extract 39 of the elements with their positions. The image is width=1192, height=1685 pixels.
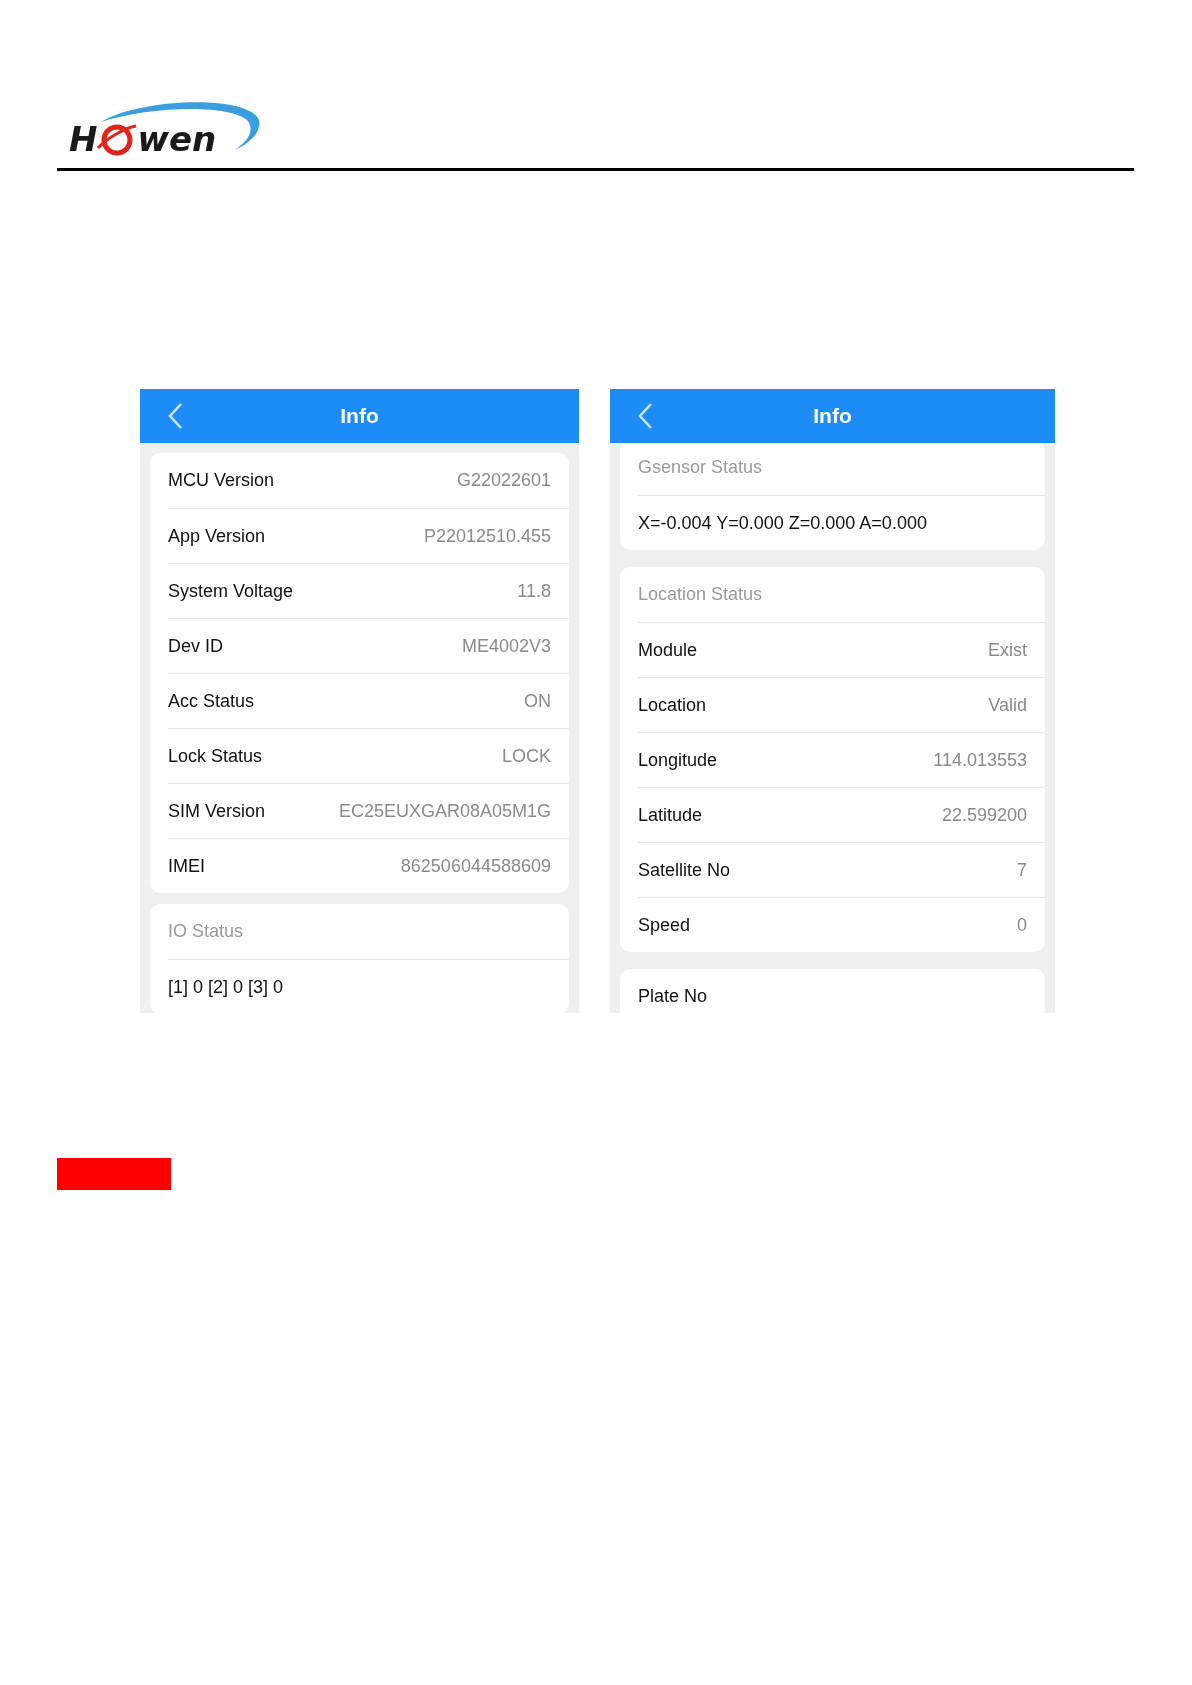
field-value: Valid	[988, 693, 1027, 717]
status-text: X=-0.004 Y=0.000 Z=0.000 A=0.000	[638, 511, 927, 535]
field-label: SIM Version	[168, 799, 266, 823]
field-label: App Version	[168, 524, 266, 548]
logo-ring-icon	[97, 122, 138, 156]
section-heading: Gsensor Status	[638, 456, 763, 479]
field-value: 7	[1017, 858, 1027, 882]
logo-text: wen	[137, 122, 217, 156]
status-text: [1] 0 [2] 0 [3] 0	[168, 975, 284, 999]
field-value: 11.8	[517, 579, 551, 603]
field-value: G22022601	[456, 469, 551, 492]
field-value: 862506044588609	[400, 854, 551, 878]
field-value: 22.599200	[941, 803, 1027, 827]
field-value: P22012510.455	[423, 524, 551, 548]
field-value: EC25EUXGAR08A05M1G	[338, 799, 551, 823]
field-label: MCU Version	[168, 469, 275, 492]
screen-title: Info	[339, 403, 380, 430]
field-label: IMEI	[168, 854, 205, 878]
logo-text: H	[69, 122, 98, 156]
field-label: Latitude	[638, 803, 703, 827]
section-heading: Location Status	[638, 583, 763, 606]
field-label: System Voltage	[168, 579, 294, 603]
field-value: LOCK	[501, 744, 551, 768]
field-label: Lock Status	[168, 744, 263, 768]
field-label: Longitude	[638, 748, 718, 772]
field-value: 114.013553	[933, 748, 1027, 772]
screen-title: Info	[812, 403, 853, 430]
section-heading: IO Status	[168, 920, 244, 943]
status-text: Plate No	[638, 985, 708, 1008]
field-label: Dev ID	[168, 634, 223, 658]
field-label: Location	[638, 693, 707, 717]
field-value: ME4002V3	[461, 634, 551, 658]
field-label: Acc Status	[168, 689, 255, 713]
field-label: Satellite No	[638, 858, 731, 882]
field-value: Exist	[988, 638, 1027, 662]
field-label: Speed	[638, 913, 691, 937]
field-label: Module	[638, 638, 698, 662]
field-value: ON	[524, 689, 551, 713]
field-value: 0	[1017, 913, 1027, 937]
